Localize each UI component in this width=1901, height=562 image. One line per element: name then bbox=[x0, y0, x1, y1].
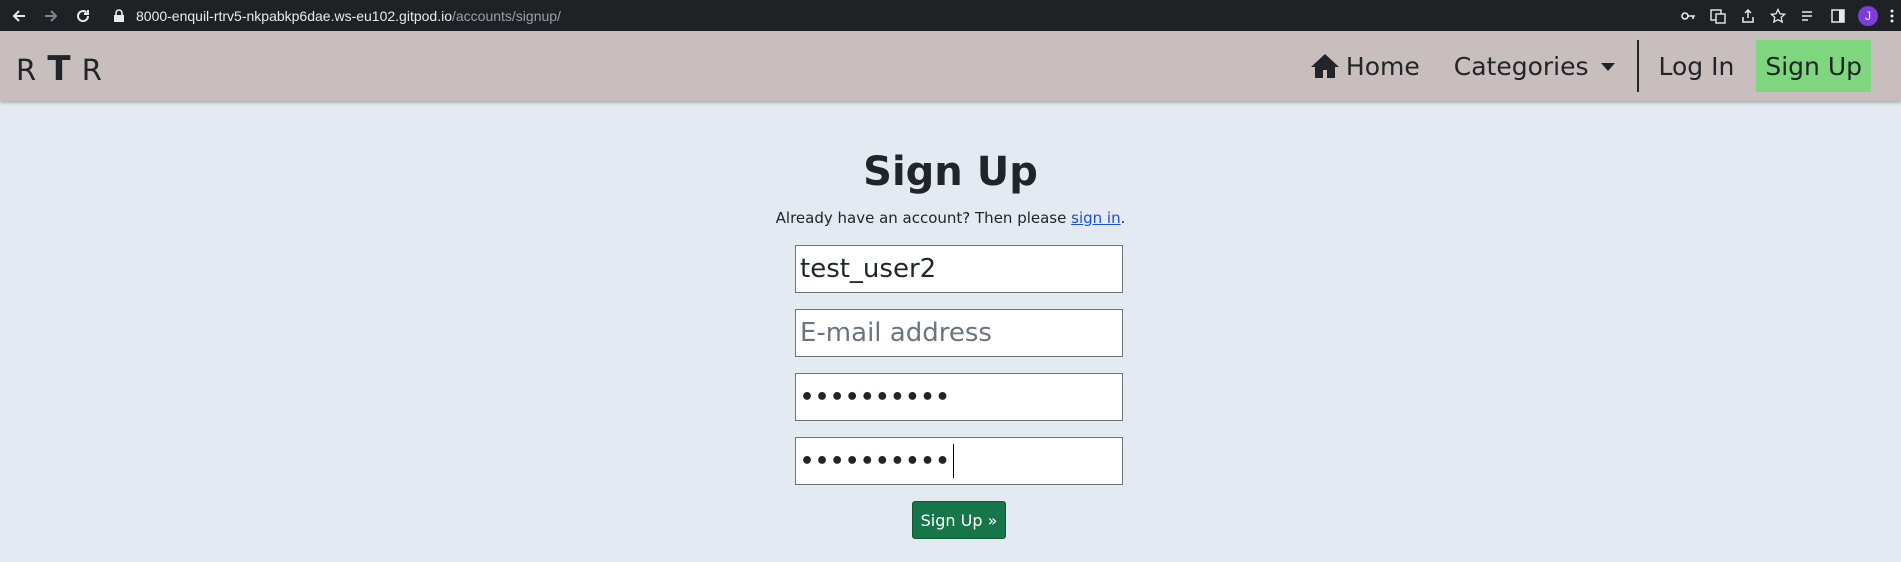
nav-signup[interactable]: Sign Up bbox=[1756, 40, 1871, 92]
caret-down-icon bbox=[1600, 63, 1615, 71]
bookmark-star-icon[interactable] bbox=[1763, 0, 1793, 31]
share-icon[interactable] bbox=[1733, 0, 1763, 31]
email-field[interactable]: E-mail address bbox=[795, 309, 1123, 357]
nav-categories-dropdown[interactable]: Categories bbox=[1446, 44, 1623, 89]
nav-login-label: Log In bbox=[1658, 51, 1735, 81]
browser-toolbar: 8000-enquil-rtrv5-nkpabkp6dae.ws-eu102.g… bbox=[0, 0, 1901, 31]
page-title: Sign Up bbox=[863, 149, 1038, 195]
password-confirm-field[interactable]: •••••••••• bbox=[795, 437, 1123, 485]
translate-icon[interactable] bbox=[1703, 0, 1733, 31]
url-path: /accounts/signup/ bbox=[451, 7, 561, 24]
signin-prompt-suffix: . bbox=[1120, 209, 1126, 227]
nav-login[interactable]: Log In bbox=[1651, 44, 1743, 89]
side-panel-icon[interactable] bbox=[1823, 0, 1853, 31]
forward-icon[interactable] bbox=[38, 3, 64, 29]
nav-categories-label: Categories bbox=[1453, 51, 1589, 81]
username-value: test_user2 bbox=[800, 254, 937, 284]
nav-home-label: Home bbox=[1345, 51, 1420, 81]
brand-letter-t: T bbox=[47, 49, 72, 89]
text-cursor bbox=[952, 444, 954, 478]
password-field[interactable]: •••••••••• bbox=[795, 373, 1123, 421]
signup-section: Sign Up Already have an account? Then pl… bbox=[0, 101, 1901, 562]
signin-prompt: Already have an account? Then please sig… bbox=[0, 209, 1901, 227]
key-icon[interactable] bbox=[1673, 0, 1703, 31]
signin-link[interactable]: sign in bbox=[1071, 209, 1120, 227]
username-field[interactable]: test_user2 bbox=[795, 245, 1123, 293]
signin-prompt-text: Already have an account? Then please bbox=[775, 209, 1072, 227]
password-confirm-value: •••••••••• bbox=[800, 448, 951, 474]
brand-letter-r: R bbox=[16, 53, 38, 87]
site-navbar: R T R Home Categories Log In Sign Up bbox=[0, 31, 1901, 101]
reload-icon[interactable] bbox=[70, 3, 96, 29]
back-icon[interactable] bbox=[6, 3, 32, 29]
profile-avatar[interactable]: J bbox=[1853, 0, 1883, 31]
password-value: •••••••••• bbox=[800, 384, 951, 410]
lock-icon bbox=[114, 8, 124, 22]
profile-initial: J bbox=[1858, 5, 1878, 26]
home-icon bbox=[1310, 54, 1339, 78]
nav-divider bbox=[1636, 40, 1639, 92]
address-bar[interactable]: 8000-enquil-rtrv5-nkpabkp6dae.ws-eu102.g… bbox=[108, 3, 1643, 28]
url-host: 8000-enquil-rtrv5-nkpabkp6dae.ws-eu102.g… bbox=[136, 7, 452, 24]
brand-logo[interactable]: R T R bbox=[16, 49, 103, 89]
menu-dots-icon[interactable] bbox=[1883, 0, 1901, 31]
signup-submit-button[interactable]: Sign Up » bbox=[912, 501, 1006, 539]
nav-home[interactable]: Home bbox=[1302, 44, 1428, 89]
reading-list-icon[interactable] bbox=[1793, 0, 1823, 31]
email-placeholder: E-mail address bbox=[800, 318, 992, 348]
brand-letter-r2: R bbox=[81, 53, 103, 87]
nav-signup-label: Sign Up bbox=[1765, 51, 1862, 81]
